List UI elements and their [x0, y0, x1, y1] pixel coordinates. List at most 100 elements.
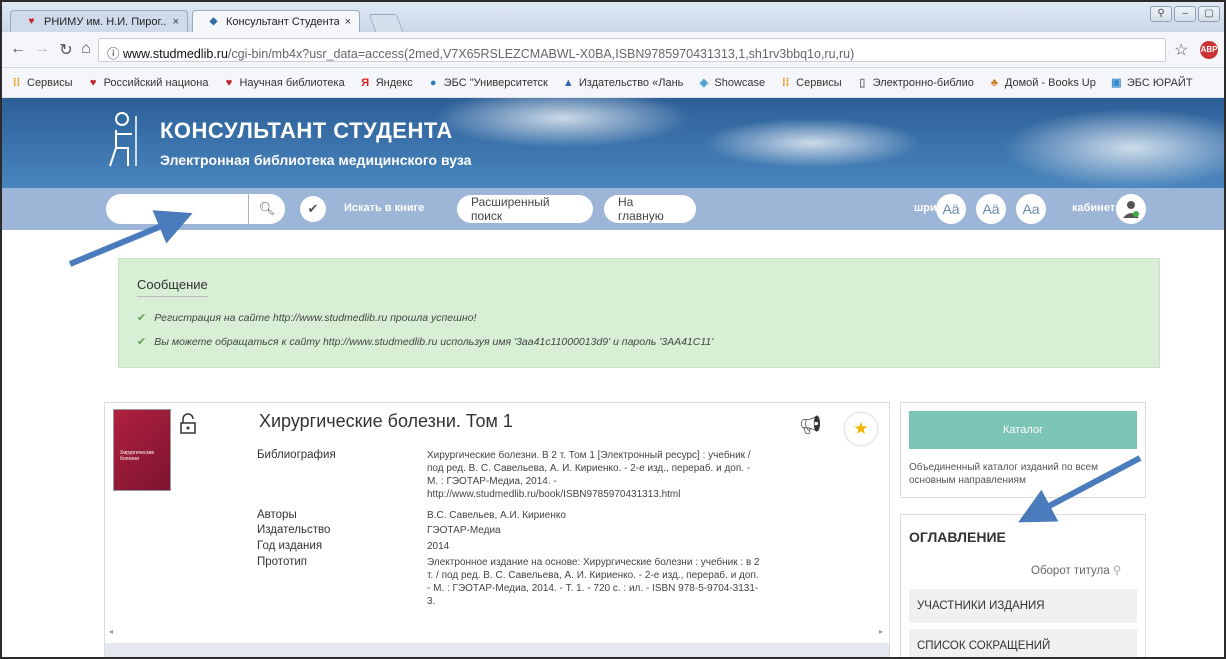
- url-domain: www.studmedlib.ru: [123, 47, 228, 61]
- message-line: ✔ Вы можете обращаться к сайту http://www…: [137, 335, 713, 349]
- url-bar[interactable]: ⓘ www.studmedlib.ru/cgi-bin/mb4x?usr_dat…: [98, 38, 1166, 62]
- cloud-decoration: [1002, 108, 1224, 188]
- toc-title: ОГЛАВЛЕНИЕ: [909, 529, 1006, 545]
- catalog-panel: Каталог Объединенный каталог изданий по …: [900, 402, 1146, 498]
- publisher-label: Издательство: [257, 524, 331, 536]
- advanced-search-button[interactable]: Расширенный поиск: [457, 195, 593, 223]
- bookmark-item[interactable]: ⁞⁞ Сервисы: [779, 76, 842, 89]
- bookmark-label: ЭБС "Университетск: [443, 76, 548, 89]
- toc-obor-label: Оборот титула: [1031, 565, 1110, 577]
- rnimu-icon: ♥: [225, 76, 233, 89]
- new-tab-button[interactable]: [368, 14, 404, 32]
- page-icon: ▯: [859, 77, 866, 89]
- rnimu-icon: ♥: [28, 16, 35, 27]
- scroll-right-icon[interactable]: ▸: [879, 627, 883, 636]
- cabinet-label[interactable]: кабинет: [1072, 202, 1115, 214]
- home-button[interactable]: На главную: [604, 195, 696, 223]
- message-text: Регистрация на сайте http://www.studmedl…: [154, 311, 477, 324]
- browser-window: ♥ РНИМУ им. Н.И. Пирог... × ◆ Консультан…: [0, 0, 1226, 659]
- bookmark-label: Российский национа: [103, 76, 209, 89]
- booksup-icon: ♣: [990, 76, 998, 89]
- bookmark-label: Сервисы: [27, 76, 73, 89]
- site-header: КОНСУЛЬТАНТ СТУДЕНТА Электронная библиот…: [2, 98, 1224, 188]
- close-icon[interactable]: ×: [345, 16, 351, 28]
- bookmark-item[interactable]: ♥ Научная библиотека: [222, 76, 345, 89]
- check-icon: ✔: [137, 336, 147, 348]
- toc-item-oborot[interactable]: Оборот титула ⚲: [1031, 563, 1121, 577]
- check-icon[interactable]: ✔: [300, 196, 326, 222]
- bookmark-label: Издательство «Лань: [578, 76, 684, 89]
- bookmark-item[interactable]: ● ЭБС "Университетск: [427, 76, 548, 89]
- authors-value: В.С. Савельев, А.И. Кириенко: [427, 510, 566, 521]
- tab-rnimu[interactable]: ♥ РНИМУ им. Н.И. Пирог... ×: [10, 10, 188, 32]
- book-card: Хирургические болезни Хирургические боле…: [104, 402, 890, 657]
- rnimu-icon: ♥: [89, 76, 97, 89]
- tab-studmedlib[interactable]: ◆ Консультант Студента. ... ×: [192, 10, 360, 32]
- lan-icon: ▲: [562, 76, 574, 89]
- message-line: ✔ Регистрация на сайте http://www.studmed…: [137, 311, 477, 325]
- cloud-decoration: [702, 118, 922, 168]
- year-label: Год издания: [257, 540, 323, 552]
- year-value: 2014: [427, 541, 450, 552]
- font-increase-button[interactable]: Aä: [936, 194, 966, 224]
- prototype-value: Электронное издание на основе: Хирургиче…: [427, 557, 760, 607]
- ebs-icon: ●: [429, 76, 437, 89]
- bookmark-item[interactable]: ⁞⁞ Сервисы: [10, 76, 73, 89]
- forward-icon[interactable]: →: [32, 40, 52, 58]
- book-cover[interactable]: Хирургические болезни: [113, 409, 171, 491]
- catalog-button[interactable]: Каталог: [909, 411, 1137, 449]
- check-icon: ✔: [137, 312, 147, 324]
- toc-item[interactable]: СПИСОК СОКРАЩЕНИЙ: [909, 629, 1137, 657]
- maximize-icon[interactable]: ▢: [1198, 6, 1220, 22]
- extension-icon[interactable]: ABP: [1200, 41, 1218, 59]
- site-toolbar: 🔍︎ ✔ Искать в книге Расширенный поиск На…: [2, 188, 1224, 230]
- bookmark-item[interactable]: Я Яндекс: [359, 76, 412, 89]
- bookmark-item[interactable]: ▯ Электронно-библио: [856, 76, 974, 90]
- prototype-label: Прототип: [257, 556, 308, 568]
- search-in-book-label[interactable]: Искать в книге: [344, 202, 424, 214]
- site-title[interactable]: КОНСУЛЬТАНТ СТУДЕНТА: [160, 118, 453, 144]
- book-title: Хирургические болезни. Том 1: [259, 411, 513, 431]
- bookmark-item[interactable]: ▣ ЭБС ЮРАЙТ: [1110, 76, 1192, 90]
- font-reset-button[interactable]: Aa: [1016, 194, 1046, 224]
- close-icon[interactable]: ×: [173, 16, 179, 28]
- reload-icon[interactable]: ↻: [56, 40, 76, 60]
- user-icon[interactable]: ⚲: [1150, 6, 1172, 22]
- minimize-icon[interactable]: –: [1174, 6, 1196, 22]
- authors-label: Авторы: [257, 509, 297, 521]
- home-icon[interactable]: ⌂: [76, 40, 96, 58]
- apps-icon: ⁞⁞: [12, 76, 21, 89]
- bibliography-label: Библиография: [257, 449, 336, 461]
- search-icon[interactable]: 🔍︎: [249, 194, 285, 224]
- user-icon[interactable]: [1116, 194, 1146, 224]
- tab-strip: ♥ РНИМУ им. Н.И. Пирог... × ◆ Консультан…: [2, 2, 1224, 32]
- bookmarks-bar: ⁞⁞ Сервисы ♥ Российский национа ♥ Научная б…: [2, 68, 1224, 98]
- message-title: Сообщение: [137, 277, 208, 297]
- bookmark-item[interactable]: ♣ Домой - Books Up: [988, 76, 1096, 89]
- font-decrease-button[interactable]: Aä: [976, 194, 1006, 224]
- bookmark-item[interactable]: ◈ Showcase: [697, 76, 766, 90]
- toc-item[interactable]: УЧАСТНИКИ ИЗДАНИЯ: [909, 589, 1137, 623]
- apps-icon: ⁞⁞: [781, 76, 790, 89]
- bookmark-label: Showcase: [714, 76, 766, 89]
- bookmark-label: Научная библиотека: [239, 76, 345, 89]
- card-footer: [105, 643, 889, 657]
- bibliography-value: Хирургические болезни. В 2 т. Том 1 [Эле…: [427, 450, 751, 500]
- bookmark-item[interactable]: ♥ Российский национа: [87, 76, 209, 89]
- star-icon[interactable]: ☆: [1174, 40, 1188, 60]
- logo-icon: [109, 112, 137, 167]
- lock-icon: [180, 413, 196, 434]
- tab-label: РНИМУ им. Н.И. Пирог...: [44, 15, 167, 28]
- favorite-star-icon[interactable]: ★: [845, 413, 877, 445]
- megaphone-icon[interactable]: 📢︎: [799, 415, 822, 436]
- catalog-description: Объединенный каталог изданий по всем осн…: [909, 462, 1098, 486]
- window-controls: ⚲ – ▢: [1150, 6, 1220, 22]
- cloud-decoration: [432, 98, 692, 148]
- bookmark-item[interactable]: ▲ Издательство «Лань: [562, 76, 684, 89]
- back-icon[interactable]: ←: [8, 40, 28, 58]
- scroll-left-icon[interactable]: ◂: [109, 627, 113, 636]
- search-input[interactable]: [106, 194, 248, 224]
- zoom-icon[interactable]: ⚲: [1113, 565, 1121, 577]
- horizontal-scrollbar[interactable]: ◂ ▸: [105, 627, 889, 641]
- cover-text: Хирургические болезни: [120, 450, 155, 462]
